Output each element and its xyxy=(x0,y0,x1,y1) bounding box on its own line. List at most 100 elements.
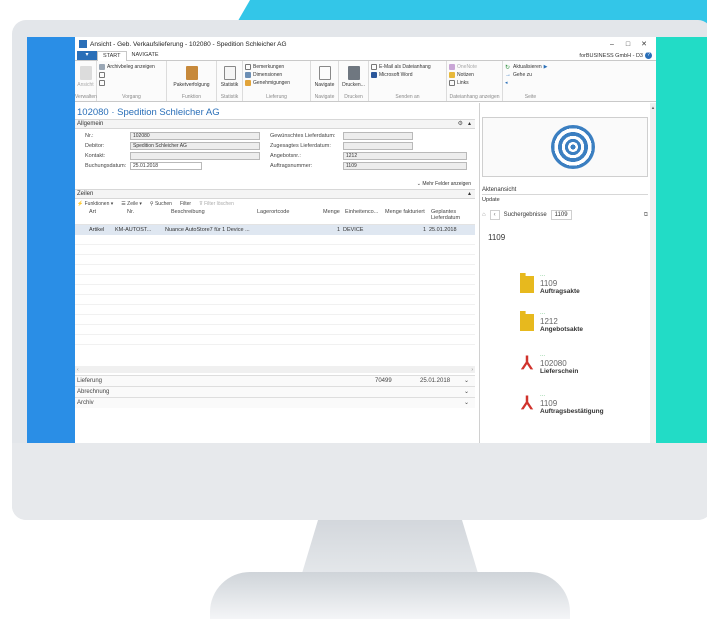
fasttab-lieferung[interactable]: Lieferung 70499 25.01.2018 ⌄ xyxy=(75,375,475,386)
ansicht-button[interactable]: Ansicht xyxy=(77,63,94,93)
nr-field[interactable]: 102080 xyxy=(130,132,260,140)
scroll-right-icon[interactable]: › xyxy=(471,367,473,373)
table-row-empty[interactable] xyxy=(75,265,475,275)
document-item[interactable]: ⅄ ··· 102080 Lieferschein xyxy=(520,353,579,375)
table-row-empty[interactable] xyxy=(75,335,475,345)
document-item[interactable]: ⅄ ··· 1109 Auftragsbestätigung xyxy=(520,393,604,415)
navigate-button[interactable]: Navigate xyxy=(313,63,336,93)
gewuenschtes-lieferdatum-field[interactable] xyxy=(343,132,413,140)
table-row-empty[interactable] xyxy=(75,255,475,265)
email-attachment-button[interactable]: E-Mail als Dateianhang xyxy=(371,64,431,70)
table-row-empty[interactable] xyxy=(75,295,475,305)
fasttab-archiv[interactable]: Archiv ⌄ xyxy=(75,397,475,408)
dimensionen-button[interactable]: Dimensionen xyxy=(245,72,290,78)
chevron-up-icon[interactable]: ▴ xyxy=(468,120,471,129)
search-navigation: ⌂ ‹ Suchergebnisse 1109 ⧉ xyxy=(482,209,648,221)
zeile-button[interactable]: ☰ Zeile ▾ xyxy=(121,201,142,207)
debitor-field[interactable]: Spedition Schleicher AG xyxy=(130,142,260,150)
chevron-up-icon[interactable]: ▴ xyxy=(650,105,656,113)
statistik-button[interactable]: Statistik xyxy=(219,63,240,93)
breadcrumb-search-results[interactable]: Suchergebnisse xyxy=(504,212,547,218)
back-button[interactable]: ◂ xyxy=(505,80,548,86)
maximize-button[interactable]: □ xyxy=(620,41,636,48)
doc-number: 1212 xyxy=(540,317,558,326)
col-nr[interactable]: Nr. xyxy=(115,209,165,224)
genehmigungen-button[interactable]: Genehmigungen xyxy=(245,80,290,86)
table-row-empty[interactable] xyxy=(75,325,475,335)
filter-button[interactable]: Filter xyxy=(180,201,191,207)
table-row-empty[interactable] xyxy=(75,285,475,295)
section-zeilen-header[interactable]: Zeilen ▴ xyxy=(75,189,475,199)
onenote-button[interactable]: OneNote xyxy=(449,64,477,70)
minimize-button[interactable]: – xyxy=(604,41,620,48)
chart-icon xyxy=(223,66,236,80)
update-link[interactable]: Update xyxy=(482,197,500,203)
binoculars-icon: ⚲ xyxy=(149,201,154,207)
chevron-down-icon[interactable]: ⌄ xyxy=(464,398,469,409)
col-beschreibung[interactable]: Beschreibung xyxy=(165,209,255,224)
document-item[interactable]: ··· 1212 Angebotsakte xyxy=(520,311,583,333)
settings-icon[interactable]: ⚙ xyxy=(458,120,463,129)
col-lieferdatum[interactable]: Geplantes Lieferdatum xyxy=(429,209,469,224)
nav-back-button[interactable]: ‹ xyxy=(489,210,500,220)
angebotsnr-field[interactable]: 1212 xyxy=(343,152,467,160)
vorgang-action-button-2[interactable] xyxy=(99,80,155,86)
factbox-scrollbar[interactable]: ▴ xyxy=(650,103,656,443)
company-name: forBUSINESS GmbH - D3 xyxy=(579,52,643,59)
ribbon-group-drucken: Drucken... Drucken xyxy=(339,61,369,101)
aktualisieren-button[interactable]: ↻ Aktualisieren ▶ xyxy=(505,64,548,71)
kontakt-field[interactable] xyxy=(130,152,260,160)
link-icon xyxy=(449,80,455,86)
notizen-button[interactable]: Notizen xyxy=(449,72,477,78)
table-row-empty[interactable] xyxy=(75,315,475,325)
arrow-left-icon: ◂ xyxy=(505,80,508,86)
file-menu-button[interactable]: ▾ xyxy=(77,51,97,60)
home-icon[interactable]: ⌂ xyxy=(482,212,486,218)
archivbeleg-button[interactable]: Archivbeleg anzeigen xyxy=(99,64,155,70)
group-label: Navigate xyxy=(314,94,335,100)
scroll-left-icon[interactable]: ‹ xyxy=(77,367,79,373)
more-fields-link[interactable]: ⌄ Mehr Felder anzeigen xyxy=(75,179,475,189)
folder-icon xyxy=(520,273,534,293)
col-menge[interactable]: Menge xyxy=(321,209,343,224)
table-row-empty[interactable] xyxy=(75,305,475,315)
cell-nr: KM-AUTOST... xyxy=(115,227,152,233)
comment-icon xyxy=(245,64,251,70)
paketverfolgung-button[interactable]: Paketverfolgung xyxy=(169,63,214,93)
table-row-empty[interactable] xyxy=(75,245,475,255)
suchen-button[interactable]: ⚲ Suchen xyxy=(150,201,172,207)
auftragsnummer-field[interactable]: 1109 xyxy=(343,162,467,170)
folder-icon xyxy=(520,311,534,331)
col-menge-fakturiert[interactable]: Menge fakturiert xyxy=(383,209,429,224)
table-row-empty[interactable] xyxy=(75,235,475,245)
buchungsdatum-field[interactable]: 25.01.2018 xyxy=(130,162,202,170)
fasttab-abrechnung[interactable]: Abrechnung ⌄ xyxy=(75,386,475,397)
restore-icon[interactable]: ⧉ xyxy=(644,212,648,219)
microsoft-word-button[interactable]: Microsoft Word xyxy=(371,72,431,78)
vorgang-action-button-1[interactable] xyxy=(99,72,155,78)
section-allgemein-header[interactable]: Allgemein ⚙ ▴ xyxy=(75,119,475,129)
tab-navigate[interactable]: NAVIGATE xyxy=(127,51,164,60)
table-row[interactable]: Artikel KM-AUTOST... Nuance AutoStore7 f… xyxy=(75,225,475,235)
col-art[interactable]: Art xyxy=(75,209,115,224)
col-lagerortcode[interactable]: Lagerortcode xyxy=(255,209,321,224)
breadcrumb-current[interactable]: 1109 xyxy=(550,210,572,220)
horizontal-scrollbar[interactable]: ‹ › xyxy=(75,366,475,373)
tab-start[interactable]: START xyxy=(97,50,127,61)
col-einheit[interactable]: Einheitenco... xyxy=(343,209,383,224)
cell-menge: 1 xyxy=(336,227,340,233)
document-item[interactable]: ··· 1109 Auftragsakte xyxy=(520,273,580,295)
links-button[interactable]: Links xyxy=(449,80,477,86)
help-icon[interactable]: ? xyxy=(645,52,652,59)
drucken-button[interactable]: Drucken... xyxy=(341,63,366,93)
ribbon-group-statistik: Statistik Statistik xyxy=(217,61,243,101)
gewuenschtes-lieferdatum-label: Gewünschtes Lieferdatum: xyxy=(270,133,336,139)
chevron-up-icon[interactable]: ▴ xyxy=(468,190,471,199)
table-row-empty[interactable] xyxy=(75,275,475,285)
zugesagtes-lieferdatum-field[interactable] xyxy=(343,142,413,150)
filter-loeschen-button[interactable]: ⊽ Filter löschen xyxy=(199,201,234,207)
funktionen-button[interactable]: ⚡ Funktionen ▾ xyxy=(77,201,113,207)
gehe-zu-button[interactable]: → Gehe zu xyxy=(505,72,548,78)
close-button[interactable]: ✕ xyxy=(636,40,652,48)
bemerkungen-button[interactable]: Bemerkungen xyxy=(245,64,290,70)
